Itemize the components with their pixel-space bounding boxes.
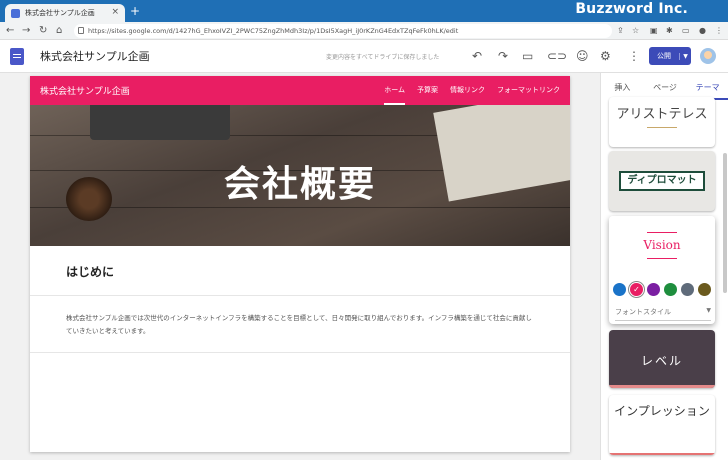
swatch-purple[interactable] xyxy=(647,283,660,296)
address-bar-row: ← → ↻ ⌂ https://sites.google.com/d/1427h… xyxy=(0,22,728,40)
color-swatches: ✓ xyxy=(613,283,711,296)
extension-icon[interactable]: ▣ xyxy=(650,26,658,35)
profile-icon[interactable]: ● xyxy=(699,26,706,35)
divider xyxy=(30,295,570,296)
theme-accent-bar xyxy=(609,453,715,455)
publish-button[interactable]: 公開 ▼ xyxy=(649,47,691,65)
url-field[interactable]: https://sites.google.com/d/1427hG_EhxoIV… xyxy=(74,24,612,38)
sidepanel-icon[interactable]: ▭ xyxy=(682,26,690,35)
link-icon[interactable]: ⊂⊃ xyxy=(547,49,567,63)
back-icon[interactable]: ← xyxy=(6,25,14,36)
forward-icon[interactable]: → xyxy=(22,25,30,36)
nav-link-home[interactable]: ホーム xyxy=(384,85,405,105)
nav-link-budget[interactable]: 予算案 xyxy=(417,85,438,105)
site-nav-name[interactable]: 株式会社サンプル企画 xyxy=(40,84,130,97)
undo-icon[interactable]: ↶ xyxy=(472,49,482,63)
theme-name: Vision xyxy=(643,238,681,252)
site-nav-links: ホーム 予算案 情報リンク フォーマットリンク xyxy=(384,85,560,105)
site-page: 株式会社サンプル企画 ホーム 予算案 情報リンク フォーマットリンク 会社概要 … xyxy=(30,76,570,452)
redo-icon[interactable]: ↷ xyxy=(498,49,508,63)
theme-name: レベル xyxy=(640,354,683,368)
sites-appbar: 株式会社サンプル企画 変更内容をすべてドライブに保存しました ↶ ↷ ▭ ⊂⊃ … xyxy=(0,40,728,73)
puzzle-icon[interactable]: ✱ xyxy=(666,26,673,35)
lock-icon[interactable] xyxy=(78,27,84,34)
panel-scrollbar[interactable] xyxy=(723,153,727,293)
theme-vision[interactable]: Vision ✓ フォントスタイル ▼ xyxy=(609,216,715,324)
theme-name: インプレッション xyxy=(614,404,710,418)
panel-tabs: 挿入 ページ テーマ xyxy=(601,73,728,100)
editor-canvas: 株式会社サンプル企画 ホーム 予算案 情報リンク フォーマットリンク 会社概要 … xyxy=(0,73,600,460)
swatch-olive[interactable] xyxy=(698,283,711,296)
preview-icon[interactable]: ▭ xyxy=(522,49,533,63)
avatar[interactable] xyxy=(700,48,716,64)
theme-panel: 挿入 ページ テーマ アリストテレス ディプロマット Vision ✓ フォント… xyxy=(600,73,728,460)
theme-accent-bar xyxy=(647,232,677,233)
home-icon[interactable]: ⌂ xyxy=(56,25,62,36)
font-style-label: フォントスタイル xyxy=(615,308,671,316)
share-icon[interactable]: ⇪ xyxy=(617,26,624,35)
nav-link-format[interactable]: フォーマットリンク xyxy=(497,85,560,105)
publish-label: 公開 xyxy=(657,52,671,60)
swatch-green[interactable] xyxy=(664,283,677,296)
intro-heading[interactable]: はじめに xyxy=(66,263,114,280)
hero-banner[interactable]: 会社概要 xyxy=(30,105,570,246)
theme-name: アリストテレス xyxy=(616,107,708,122)
star-icon[interactable]: ☆ xyxy=(632,26,639,35)
tab-title: 株式会社サンプル企画 xyxy=(25,9,95,17)
new-tab-icon[interactable]: + xyxy=(130,4,140,18)
laptop-image xyxy=(90,105,230,140)
nav-link-info[interactable]: 情報リンク xyxy=(450,85,485,105)
chevron-down-icon: ▼ xyxy=(706,307,711,314)
divider xyxy=(30,352,570,353)
sites-logo-icon[interactable] xyxy=(10,48,24,65)
theme-impression[interactable]: インプレッション xyxy=(609,395,715,455)
site-navbar: 株式会社サンプル企画 ホーム 予算案 情報リンク フォーマットリンク xyxy=(30,76,570,105)
more-icon[interactable]: ⋮ xyxy=(628,49,640,63)
theme-accent-bar xyxy=(609,385,715,388)
reload-icon[interactable]: ↻ xyxy=(39,25,47,36)
theme-aristotle[interactable]: アリストテレス xyxy=(609,97,715,147)
menu-icon[interactable]: ⋮ xyxy=(715,26,723,35)
browser-tab[interactable]: 株式会社サンプル企画 × xyxy=(5,4,125,22)
theme-accent-bar xyxy=(647,127,677,128)
add-person-icon[interactable]: ☺ xyxy=(576,49,589,63)
theme-preview: Vision xyxy=(609,216,715,274)
hero-title[interactable]: 会社概要 xyxy=(30,155,570,207)
settings-icon[interactable]: ⚙ xyxy=(600,49,611,63)
browser-titlebar: 株式会社サンプル企画 × + Buzzword Inc. xyxy=(0,0,728,22)
chevron-down-icon[interactable]: ▼ xyxy=(679,52,691,60)
wood-plank-line xyxy=(30,207,570,208)
theme-level[interactable]: レベル xyxy=(609,330,715,388)
brand-watermark: Buzzword Inc. xyxy=(575,1,688,17)
theme-diplomat[interactable]: ディプロマット xyxy=(609,151,715,211)
font-style-select[interactable]: フォントスタイル ▼ xyxy=(615,307,711,321)
site-title[interactable]: 株式会社サンプル企画 xyxy=(40,48,150,64)
swatch-gray[interactable] xyxy=(681,283,694,296)
tab-insert[interactable]: 挿入 xyxy=(601,73,644,100)
close-icon[interactable]: × xyxy=(111,7,119,17)
tab-themes[interactable]: テーマ xyxy=(686,73,728,100)
intro-text[interactable]: 株式会社サンプル企画では次世代のインターネットインフラを構築することを目標として… xyxy=(66,312,536,338)
sites-favicon-icon xyxy=(11,8,20,18)
swatch-blue[interactable] xyxy=(613,283,626,296)
tab-pages[interactable]: ページ xyxy=(644,73,687,100)
swatch-pink-selected[interactable]: ✓ xyxy=(630,283,643,296)
save-status: 変更内容をすべてドライブに保存しました xyxy=(326,54,440,61)
theme-name: ディプロマット xyxy=(619,171,705,191)
theme-accent-bar xyxy=(647,258,677,259)
